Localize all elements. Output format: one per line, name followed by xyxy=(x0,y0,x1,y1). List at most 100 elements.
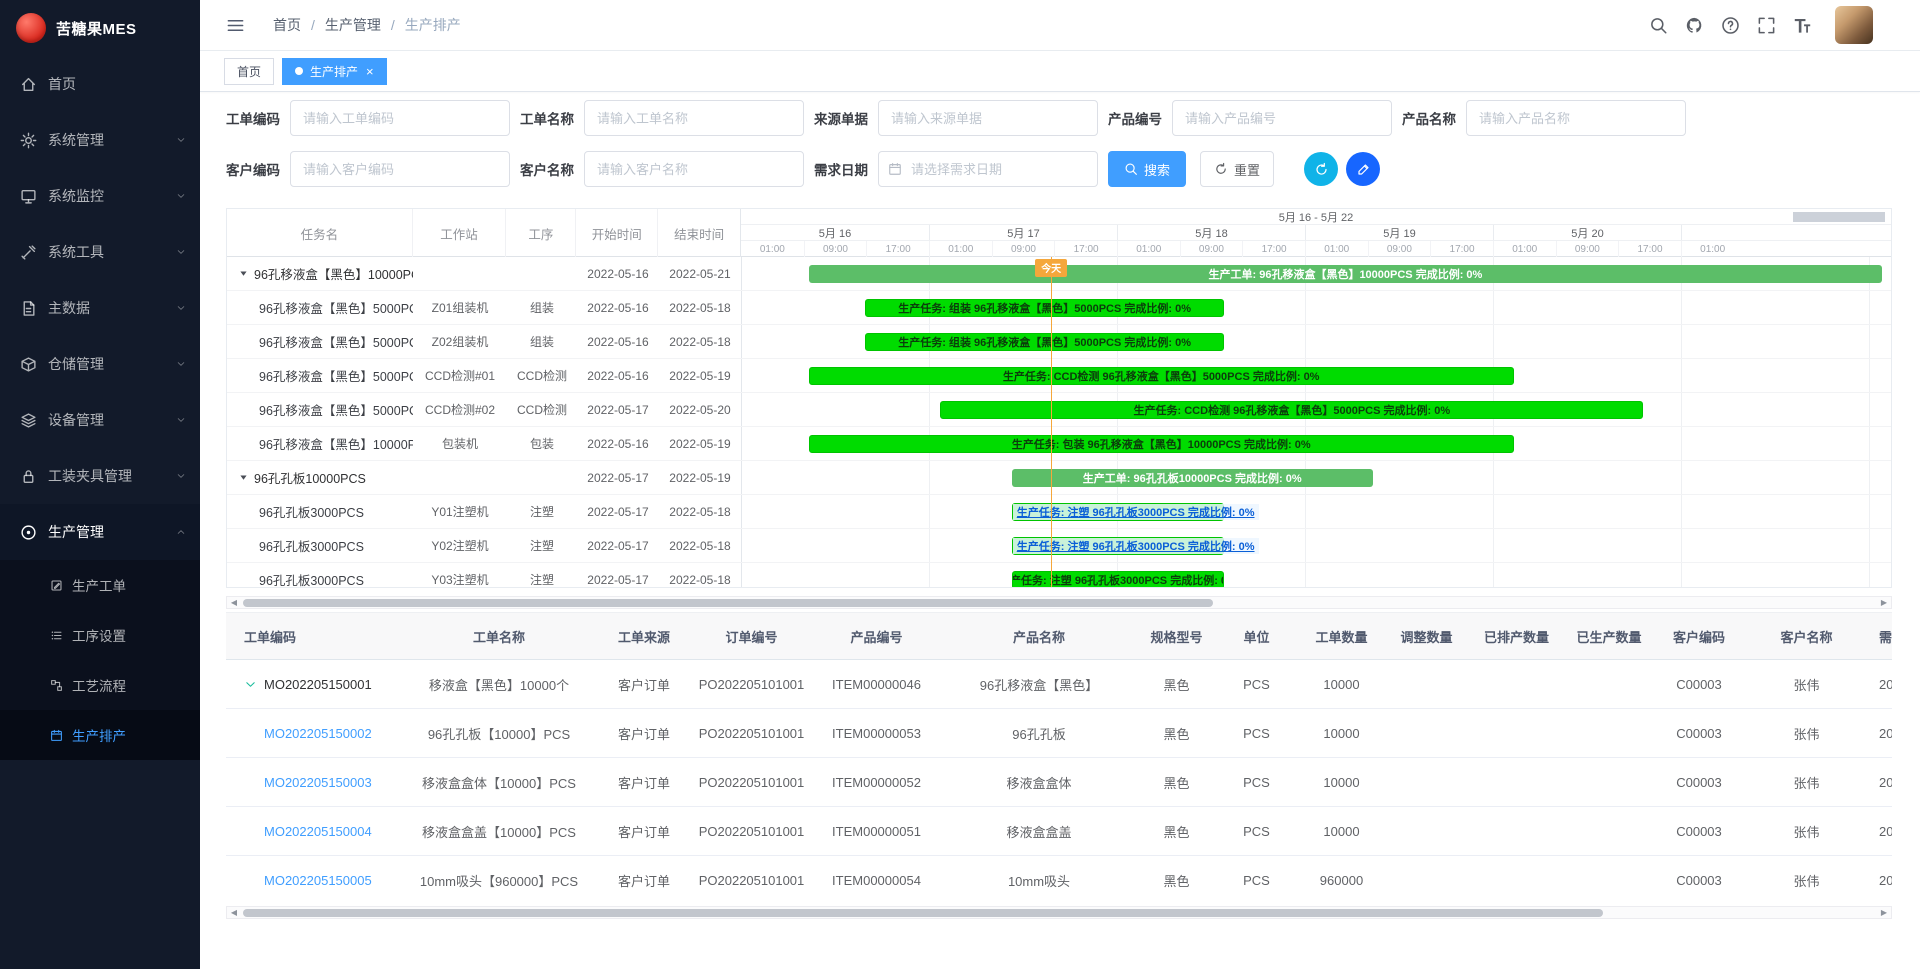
sidebar-subitem-label: 生产排产 xyxy=(72,725,126,745)
sidebar-subitem[interactable]: 工艺流程 xyxy=(0,660,200,710)
fullscreen-icon[interactable] xyxy=(1757,16,1776,35)
gantt-chart: 任务名工作站工序开始时间结束时间5月 16 - 5月 225月 165月 175… xyxy=(226,208,1892,588)
menu-fold-icon[interactable] xyxy=(226,16,245,35)
app-logo[interactable]: 苦糖果MES xyxy=(0,0,200,56)
filter-input[interactable] xyxy=(584,100,804,136)
filter-input[interactable] xyxy=(878,100,1098,136)
task-name: 96孔移液盒【黑色】10000PCS xyxy=(259,434,413,453)
task-name: 96孔移液盒【黑色】10000PCS xyxy=(254,264,413,283)
table-row[interactable]: MO202205150003移液盒盒体【10000】PCS客户订单PO20220… xyxy=(226,758,1892,807)
filter-input[interactable] xyxy=(1172,100,1392,136)
task-start: 2022-05-16 xyxy=(577,335,659,349)
gantt-bar[interactable]: 生产工单: 96孔移液盒【黑色】10000PCS 完成比例: 0% xyxy=(809,265,1882,283)
workorder-code-link[interactable]: MO202205150003 xyxy=(264,775,372,790)
gantt-bar[interactable]: 生产任务: 注塑 96孔孔板3000PCS 完成比例: 0% xyxy=(1012,537,1224,555)
chevron-down-icon[interactable] xyxy=(1882,26,1894,38)
table-cell: 张伟 xyxy=(1744,807,1869,856)
sidebar-item[interactable]: 主数据 xyxy=(0,280,200,336)
gantt-bar[interactable]: 生产工单: 96孔孔板10000PCS 完成比例: 0% xyxy=(1012,469,1373,487)
breadcrumb-item[interactable]: 首页 xyxy=(273,15,301,35)
collapse-triangle-icon[interactable] xyxy=(239,269,248,278)
table-hscrollbar[interactable]: ◀▶ xyxy=(226,906,1892,919)
task-end: 2022-05-18 xyxy=(659,505,741,519)
gantt-bar[interactable]: 生产任务: 组装 96孔移液盒【黑色】5000PCS 完成比例: 0% xyxy=(865,299,1224,317)
calendar-icon xyxy=(50,729,63,742)
gantt-bar[interactable]: 生产任务: 注塑 96孔孔板3000PCS 完成比例: 0% xyxy=(1012,571,1224,587)
sidebar-item[interactable]: 设备管理 xyxy=(0,392,200,448)
sidebar-subitem[interactable]: 生产排产 xyxy=(0,710,200,760)
workorder-code-link[interactable]: MO202205150005 xyxy=(264,873,372,888)
question-icon[interactable] xyxy=(1721,16,1740,35)
scroll-left-arrow[interactable]: ◀ xyxy=(227,907,241,918)
filter-input[interactable] xyxy=(1466,100,1686,136)
edit-button[interactable] xyxy=(1346,152,1380,186)
timeline-scrollbar-thumb[interactable] xyxy=(1793,212,1885,222)
orders-table: 工单编码工单名称工单来源订单编号产品编号产品名称规格型号单位工单数量调整数量已排… xyxy=(226,612,1892,904)
scrollbar-thumb[interactable] xyxy=(243,909,1603,917)
filter-input[interactable] xyxy=(290,100,510,136)
workorder-code-link[interactable]: MO202205150001 xyxy=(264,677,372,692)
scroll-right-arrow[interactable]: ▶ xyxy=(1877,907,1891,918)
sidebar-item-label: 工装夹具管理 xyxy=(48,466,176,486)
gantt-bar[interactable]: 生产任务: 注塑 96孔孔板3000PCS 完成比例: 0% xyxy=(1012,503,1224,521)
sidebar-item[interactable]: 工装夹具管理 xyxy=(0,448,200,504)
table-column-header: 工单名称 xyxy=(399,613,599,660)
refresh-button[interactable] xyxy=(1304,152,1338,186)
gantt-day-label: 5月 16 xyxy=(741,225,929,240)
filter-input[interactable] xyxy=(584,151,804,187)
scroll-left-arrow[interactable]: ◀ xyxy=(227,597,241,608)
search-button[interactable]: 搜索 xyxy=(1108,151,1186,187)
workorder-code-link[interactable]: MO202205150002 xyxy=(264,726,372,741)
filter-input[interactable] xyxy=(290,151,510,187)
filter-field: 客户名称 xyxy=(520,151,814,187)
sidebar-subitem[interactable]: 工序设置 xyxy=(0,610,200,660)
demand-date-input[interactable] xyxy=(878,151,1098,187)
reset-button[interactable]: 重置 xyxy=(1200,151,1274,187)
tab-active-page[interactable]: 生产排产× xyxy=(282,58,387,85)
sidebar-item[interactable]: 仓储管理 xyxy=(0,336,200,392)
gantt-bar[interactable]: 生产任务: CCD检测 96孔移液盒【黑色】5000PCS 完成比例: 0% xyxy=(940,401,1643,419)
table-cell: PCS xyxy=(1214,660,1299,709)
table-cell: 移液盒盒体【10000】PCS xyxy=(399,758,599,807)
table-row[interactable]: MO202205150001移液盒【黑色】10000个客户订单PO2022051… xyxy=(226,660,1892,709)
breadcrumb-item[interactable]: 生产管理 xyxy=(325,15,381,35)
collapse-triangle-icon[interactable] xyxy=(239,473,248,482)
gantt-bar[interactable]: 生产任务: 组装 96孔移液盒【黑色】5000PCS 完成比例: 0% xyxy=(865,333,1224,351)
row-expand-caret-icon[interactable] xyxy=(244,678,257,691)
table-cell xyxy=(1564,660,1654,709)
lock-icon xyxy=(20,468,37,485)
table-cell: PO202205101001 xyxy=(689,758,814,807)
github-icon[interactable] xyxy=(1685,16,1704,35)
table-cell xyxy=(1564,856,1654,905)
sidebar-item[interactable]: 系统工具 xyxy=(0,224,200,280)
chevron-up-icon xyxy=(176,527,186,537)
task-end: 2022-05-18 xyxy=(659,335,741,349)
chevron-down-icon xyxy=(176,471,186,481)
gantt-hour-label: 01:00 xyxy=(1305,241,1368,257)
sidebar-item-label: 设备管理 xyxy=(48,410,176,430)
close-icon[interactable]: × xyxy=(366,65,374,78)
search-icon[interactable] xyxy=(1649,16,1668,35)
scroll-right-arrow[interactable]: ▶ xyxy=(1877,597,1891,608)
sidebar-item[interactable]: 生产管理 xyxy=(0,504,200,560)
gantt-hscrollbar[interactable]: ◀▶ xyxy=(226,596,1892,609)
gantt-bar[interactable]: 生产任务: CCD检测 96孔移液盒【黑色】5000PCS 完成比例: 0% xyxy=(809,367,1514,385)
table-row[interactable]: MO202205150004移液盒盒盖【10000】PCS客户订单PO20220… xyxy=(226,807,1892,856)
avatar[interactable] xyxy=(1835,6,1873,44)
table-row[interactable]: MO20220515000510mm吸头【960000】PCS客户订单PO202… xyxy=(226,856,1892,905)
table-row[interactable]: MO20220515000296孔孔板【10000】PCS客户订单PO20220… xyxy=(226,709,1892,758)
table-cell xyxy=(1384,758,1469,807)
tab-home[interactable]: 首页 xyxy=(224,58,274,85)
sidebar-item[interactable]: 系统管理 xyxy=(0,112,200,168)
calendar-icon xyxy=(888,162,902,176)
sidebar-item[interactable]: 系统监控 xyxy=(0,168,200,224)
table-cell: PCS xyxy=(1214,709,1299,758)
task-station: 包装机 xyxy=(413,435,507,452)
sidebar-item[interactable]: 首页 xyxy=(0,56,200,112)
workorder-code-link[interactable]: MO202205150004 xyxy=(264,824,372,839)
table-cell: 客户订单 xyxy=(599,856,689,905)
gantt-bar[interactable]: 生产任务: 包装 96孔移液盒【黑色】10000PCS 完成比例: 0% xyxy=(809,435,1514,453)
sidebar-subitem[interactable]: 生产工单 xyxy=(0,560,200,610)
scrollbar-thumb[interactable] xyxy=(243,599,1213,607)
fontsize-icon[interactable] xyxy=(1793,16,1812,35)
